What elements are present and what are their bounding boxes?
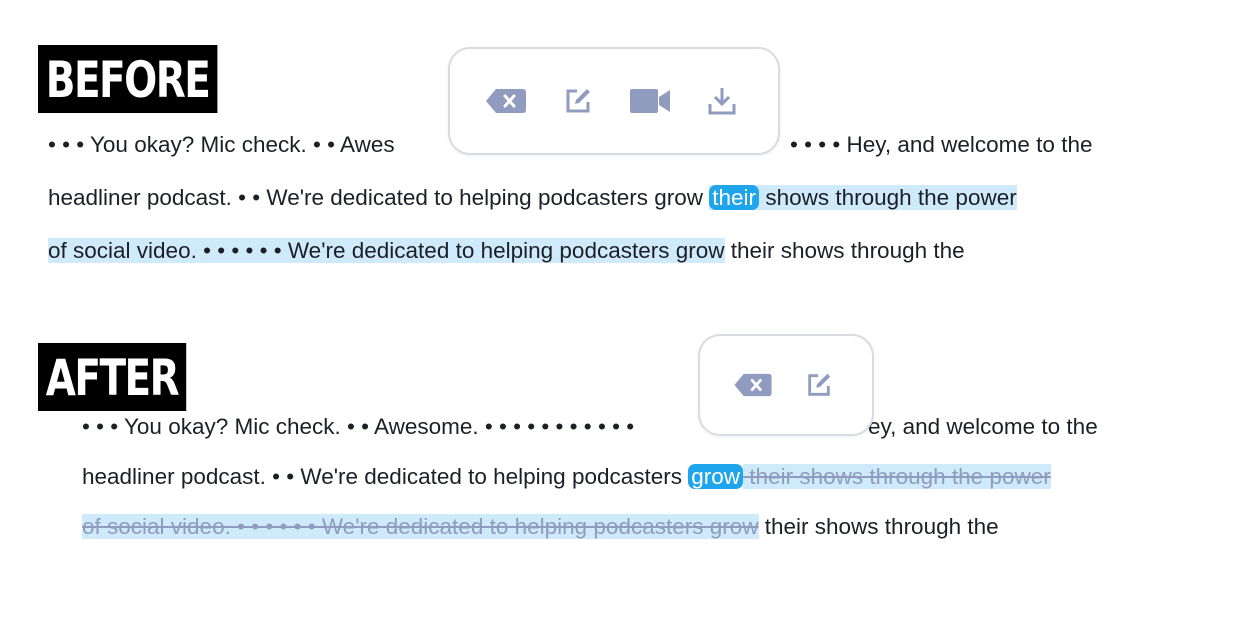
before-line-1-text-a: • • • You okay? Mic check. • • Awes <box>48 132 395 157</box>
before-line-2-highlight[interactable]: shows through the power <box>759 185 1016 210</box>
after-line-2: headliner podcast. • • We're dedicated t… <box>82 450 1051 504</box>
before-line-1-text-b: • • • • Hey, and welcome to the <box>790 132 1093 157</box>
before-word-chip-their[interactable]: their <box>709 185 760 210</box>
after-line-2-struck[interactable]: their shows through the power <box>743 464 1051 489</box>
after-line-1-right: ey, and welcome to the <box>868 400 1098 454</box>
after-label: AFTER <box>38 343 186 411</box>
before-line-1-right: • • • • Hey, and welcome to the <box>790 118 1092 172</box>
delete-icon[interactable] <box>729 365 777 405</box>
after-line-3-struck[interactable]: of social video. • • • • • • We're dedic… <box>82 514 759 539</box>
before-line-1: • • • You okay? Mic check. • • Awes <box>48 118 395 172</box>
before-line-2: headliner podcast. • • We're dedicated t… <box>48 171 1017 225</box>
before-line-2-text[interactable]: headliner podcast. • • We're dedicated t… <box>48 185 709 210</box>
video-icon[interactable] <box>626 81 674 121</box>
after-line-3: of social video. • • • • • • We're dedic… <box>82 500 999 554</box>
edit-icon[interactable] <box>795 365 843 405</box>
before-toolbar <box>448 47 780 155</box>
after-toolbar <box>698 334 874 436</box>
after-line-1-text-a: • • • You okay? Mic check. • • Awesome. … <box>82 414 635 439</box>
edit-icon[interactable] <box>554 81 602 121</box>
before-line-3-highlight[interactable]: of social video. • • • • • • We're dedic… <box>48 238 725 263</box>
download-icon[interactable] <box>698 81 746 121</box>
after-line-3-text[interactable]: their shows through the <box>759 514 999 539</box>
after-line-1-text-b: ey, and welcome to the <box>868 414 1098 439</box>
after-line-2-text[interactable]: headliner podcast. • • We're dedicated t… <box>82 464 688 489</box>
after-word-chip-grow[interactable]: grow <box>688 464 744 489</box>
delete-icon[interactable] <box>482 81 530 121</box>
before-line-3: of social video. • • • • • • We're dedic… <box>48 224 965 278</box>
before-selection-start[interactable]: their shows through the power <box>709 185 1017 210</box>
before-line-3-text[interactable]: their shows through the <box>725 238 965 263</box>
before-label: BEFORE <box>38 45 218 113</box>
